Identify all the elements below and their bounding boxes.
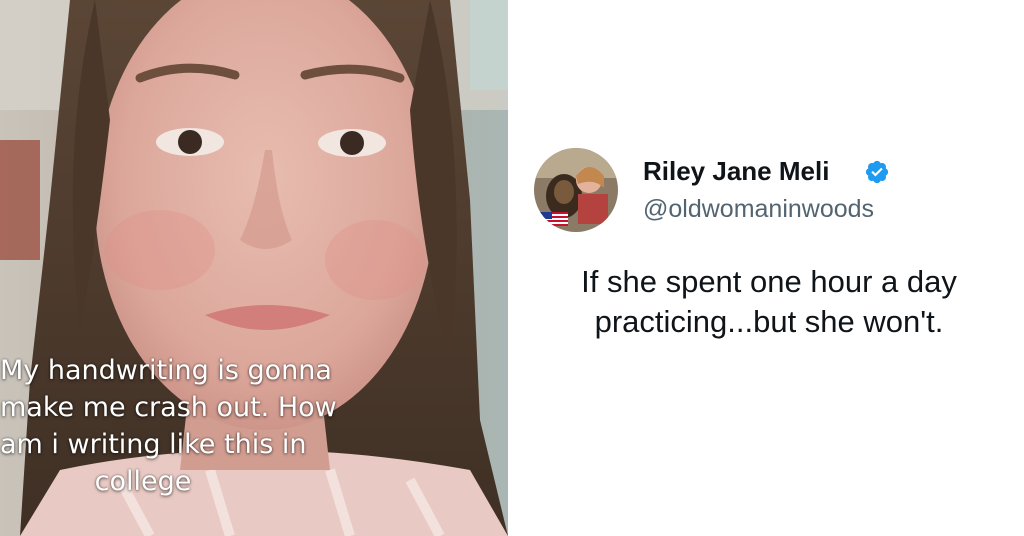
caption-line: make me crash out. How bbox=[0, 392, 337, 423]
caption-line: My handwriting is gonna bbox=[0, 355, 332, 386]
verified-badge-icon bbox=[865, 160, 889, 184]
user-handle[interactable]: @oldwomaninwoods bbox=[643, 195, 874, 224]
selfie-photo-panel: My handwriting is gonna make me crash ou… bbox=[0, 0, 508, 536]
video-caption: My handwriting is gonna make me crash ou… bbox=[0, 352, 337, 500]
tweet-card: Riley Jane Meli @oldwomaninwoods If she … bbox=[508, 0, 1024, 536]
display-name[interactable]: Riley Jane Meli bbox=[643, 156, 829, 187]
avatar[interactable] bbox=[534, 148, 618, 232]
us-flag-icon bbox=[540, 212, 568, 226]
tweet-text: If she spent one hour a day practicing..… bbox=[581, 264, 957, 339]
composite-image: My handwriting is gonna make me crash ou… bbox=[0, 0, 1024, 536]
caption-line: am i writing like this in bbox=[0, 429, 307, 460]
caption-line: college bbox=[94, 466, 192, 497]
avatar-image bbox=[534, 148, 618, 232]
